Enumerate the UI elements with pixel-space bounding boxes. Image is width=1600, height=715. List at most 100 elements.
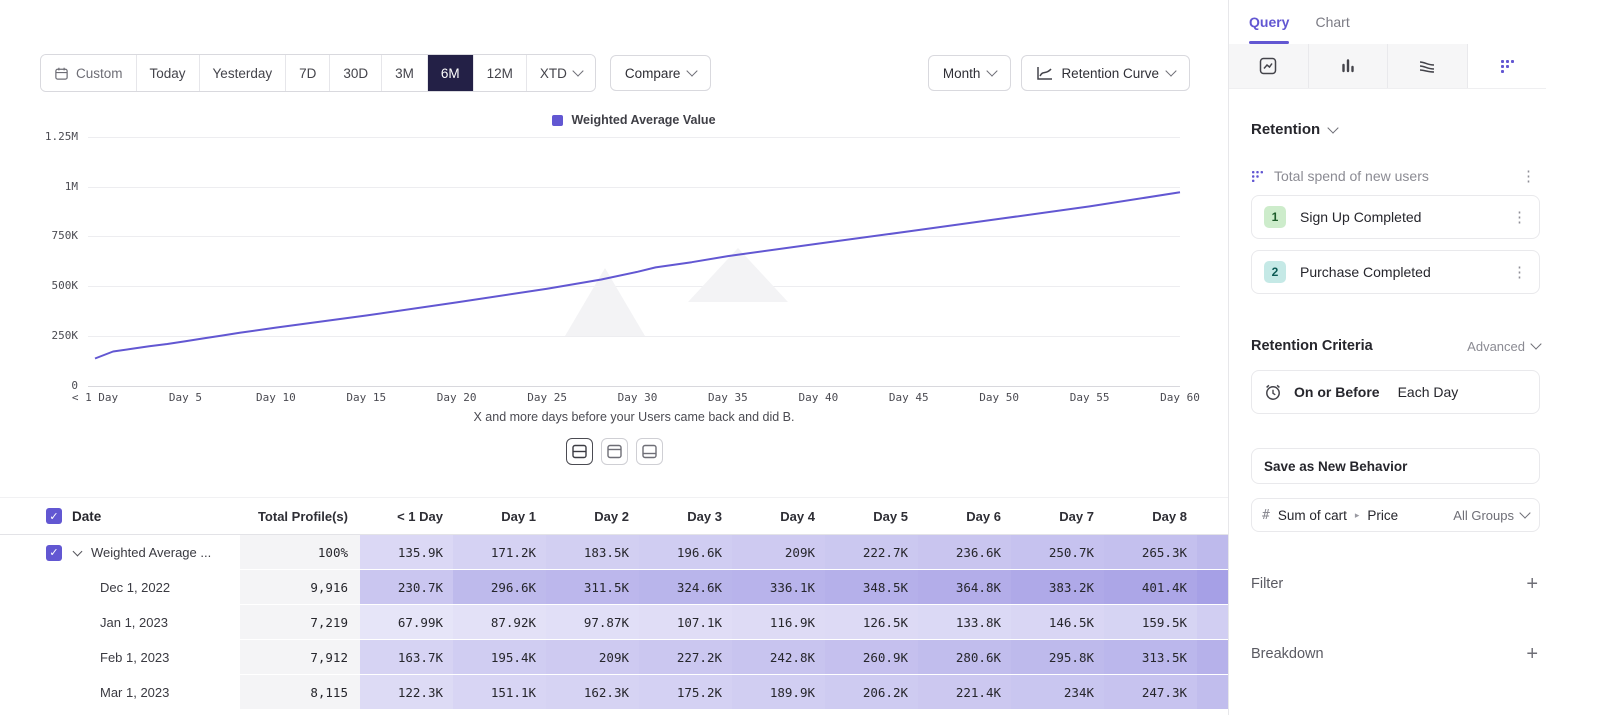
retention-cell[interactable]: 206.2K: [825, 675, 918, 710]
retention-cell[interactable]: 122.3K: [360, 675, 453, 710]
retention-cell[interactable]: 234K: [1011, 675, 1104, 710]
row-label[interactable]: Mar 1, 2023: [100, 685, 169, 700]
tab-chart[interactable]: Chart: [1315, 0, 1349, 44]
retention-cell[interactable]: 364.8K: [918, 570, 1011, 605]
retention-cell[interactable]: 163.7K: [360, 640, 453, 675]
chevron-down-icon[interactable]: [73, 546, 83, 556]
report-type-select[interactable]: Retention: [1251, 121, 1540, 138]
retention-cell[interactable]: 175.2K: [639, 675, 732, 710]
criteria-card[interactable]: On or Before Each Day: [1251, 370, 1540, 414]
measure-event[interactable]: Sum of cart: [1278, 508, 1347, 523]
range-7d[interactable]: 7D: [286, 55, 330, 91]
retention-cell[interactable]: 336.1K: [732, 570, 825, 605]
step-row-1[interactable]: 1 Sign Up Completed ⋮: [1251, 195, 1540, 239]
retention-cell[interactable]: 250.7K: [1011, 535, 1104, 570]
retention-cell[interactable]: 221.4K: [918, 675, 1011, 710]
row-checkbox[interactable]: ✓: [46, 545, 62, 561]
retention-cell[interactable]: 236.6K: [918, 535, 1011, 570]
add-breakdown-button[interactable]: +: [1526, 644, 1540, 664]
total-profiles-cell: 7,219: [240, 605, 360, 640]
select-all-checkbox[interactable]: ✓: [46, 508, 62, 524]
retention-cell[interactable]: 383.2K: [1011, 570, 1104, 605]
retention-cell[interactable]: 151.1K: [453, 675, 546, 710]
retention-cell[interactable]: 189.9K: [732, 675, 825, 710]
tab-query[interactable]: Query: [1249, 0, 1289, 44]
retention-cell[interactable]: 230.7K: [360, 570, 453, 605]
retention-criteria-header: Retention Criteria Advanced: [1251, 338, 1540, 354]
retention-cell[interactable]: 135.9K: [360, 535, 453, 570]
flows-icon[interactable]: [1388, 44, 1468, 88]
retention-cell[interactable]: 195.4K: [453, 640, 546, 675]
total-profiles-cell: 7,912: [240, 640, 360, 675]
retention-cell[interactable]: 311.5K: [546, 570, 639, 605]
retention-cell[interactable]: 116.9K: [732, 605, 825, 640]
measure-property[interactable]: Price: [1367, 508, 1398, 523]
retention-cell[interactable]: 280.6K: [918, 640, 1011, 675]
range-xtd[interactable]: XTD: [527, 55, 595, 91]
retention-cell[interactable]: 209K: [546, 640, 639, 675]
add-filter-button[interactable]: +: [1526, 574, 1540, 594]
retention-cell[interactable]: 222.7K: [825, 535, 918, 570]
range-30d[interactable]: 30D: [330, 55, 382, 91]
chart-type-select[interactable]: Retention Curve: [1021, 55, 1190, 91]
breakdown-section: Breakdown +: [1251, 644, 1540, 664]
retention-cell[interactable]: 348.5K: [825, 570, 918, 605]
density-split-row-icon[interactable]: [566, 438, 593, 465]
range-yesterday[interactable]: Yesterday: [200, 55, 287, 91]
step-event-label: Purchase Completed: [1300, 264, 1431, 280]
retention-cell[interactable]: 324.6K: [639, 570, 732, 605]
retention-cell[interactable]: 260.9K: [825, 640, 918, 675]
kebab-icon[interactable]: ⋮: [1517, 169, 1540, 184]
row-label[interactable]: Feb 1, 2023: [100, 650, 169, 665]
retention-cell[interactable]: 97.87K: [546, 605, 639, 640]
density-tall-row-icon[interactable]: [636, 438, 663, 465]
row-label[interactable]: Dec 1, 2022: [100, 580, 170, 595]
insights-icon[interactable]: [1229, 44, 1309, 88]
retention-cell[interactable]: 227.2K: [639, 640, 732, 675]
range-today[interactable]: Today: [137, 55, 200, 91]
retention-cell[interactable]: 67.99K: [360, 605, 453, 640]
kebab-icon[interactable]: ⋮: [1508, 210, 1531, 225]
retention-cell[interactable]: 159.5K: [1104, 605, 1197, 640]
y-axis-label: 250K: [22, 329, 78, 342]
retention-cell[interactable]: 247.3K: [1104, 675, 1197, 710]
retention-cell[interactable]: 401.4K: [1104, 570, 1197, 605]
y-axis-label: 500K: [22, 279, 78, 292]
compare-button[interactable]: Compare: [610, 55, 712, 91]
retention-cell[interactable]: 171.2K: [453, 535, 546, 570]
granularity-select[interactable]: Month: [928, 55, 1012, 91]
retention-cell[interactable]: 313.5K: [1104, 640, 1197, 675]
range-12m[interactable]: 12M: [474, 55, 527, 91]
chevron-down-icon: [1328, 122, 1339, 133]
retention-cell[interactable]: 126.5K: [825, 605, 918, 640]
retention-cell[interactable]: 133.8K: [918, 605, 1011, 640]
behavior-header[interactable]: Total spend of new users ⋮: [1251, 168, 1540, 184]
row-label[interactable]: Weighted Average ...: [91, 545, 211, 560]
retention-cell[interactable]: 183.5K: [546, 535, 639, 570]
retention-cell[interactable]: 242.8K: [732, 640, 825, 675]
bar-chart-icon[interactable]: [1309, 44, 1389, 88]
range-custom[interactable]: Custom: [41, 55, 137, 91]
range-6m[interactable]: 6M: [428, 55, 474, 91]
table-row: ✓Weighted Average ...100%135.9K171.2K183…: [0, 535, 1228, 570]
retention-cell[interactable]: 196.6K: [639, 535, 732, 570]
row-label[interactable]: Jan 1, 2023: [100, 615, 168, 630]
retention-grid-icon[interactable]: [1468, 44, 1547, 88]
step-row-2[interactable]: 2 Purchase Completed ⋮: [1251, 250, 1540, 294]
range-3m[interactable]: 3M: [382, 55, 428, 91]
x-axis-label: Day 10: [256, 391, 296, 404]
density-medium-row-icon[interactable]: [601, 438, 628, 465]
save-as-new-behavior-button[interactable]: Save as New Behavior: [1251, 448, 1540, 484]
retention-cell[interactable]: 162.3K: [546, 675, 639, 710]
retention-cell[interactable]: 209K: [732, 535, 825, 570]
retention-cell[interactable]: 265.3K: [1104, 535, 1197, 570]
retention-cell[interactable]: 296.6K: [453, 570, 546, 605]
retention-cell[interactable]: 87.92K: [453, 605, 546, 640]
retention-cell[interactable]: 295.8K: [1011, 640, 1104, 675]
kebab-icon[interactable]: ⋮: [1508, 265, 1531, 280]
all-groups-select[interactable]: All Groups: [1453, 508, 1529, 523]
retention-cell[interactable]: 146.5K: [1011, 605, 1104, 640]
tab-chart-label: Chart: [1315, 14, 1349, 30]
advanced-toggle[interactable]: Advanced: [1467, 339, 1540, 354]
retention-cell[interactable]: 107.1K: [639, 605, 732, 640]
